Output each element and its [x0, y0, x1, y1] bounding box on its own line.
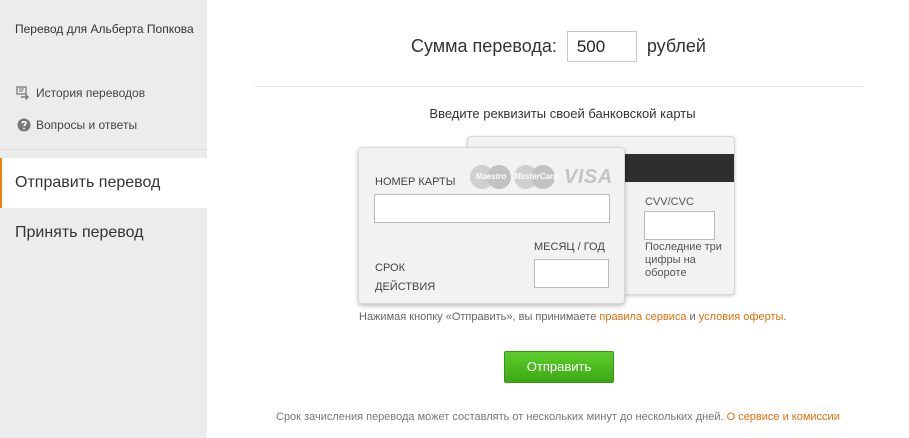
terms-text: Нажимая кнопку «Отправить», вы принимает…	[359, 311, 787, 323]
history-icon	[16, 85, 31, 100]
tab-receive-transfer[interactable]: Принять перевод	[0, 208, 207, 258]
card-number-input[interactable]	[374, 194, 610, 223]
history-link[interactable]: История переводов	[16, 85, 145, 100]
sidebar-title: Перевод для Альберта Попкова	[15, 22, 194, 36]
sidebar-divider	[0, 149, 207, 150]
sidebar: Перевод для Альберта Попкова История пер…	[0, 0, 207, 438]
cvv-input[interactable]	[644, 211, 715, 240]
divider	[255, 86, 863, 87]
card-front: НОМЕР КАРТЫ Maestro MasterCard VISA СРОК…	[358, 147, 625, 304]
card-number-label: НОМЕР КАРТЫ	[375, 176, 456, 188]
send-button[interactable]: Отправить	[504, 351, 614, 383]
expiry-label: СРОК ДЕЙСТВИЯ	[375, 262, 436, 293]
mastercard-logo: MasterCard	[514, 165, 558, 189]
service-commission-link[interactable]: О сервисе и комиссии	[727, 411, 840, 423]
maestro-logo: Maestro	[470, 165, 512, 189]
cvv-hint: Последние три цифры на обороте	[645, 241, 722, 279]
expiry-input[interactable]	[534, 259, 609, 288]
amount-input[interactable]	[566, 31, 637, 62]
visa-logo: VISA	[564, 165, 613, 188]
tab-send-transfer[interactable]: Отправить перевод	[0, 158, 207, 208]
month-year-label: МЕСЯЦ / ГОД	[534, 241, 605, 253]
service-rules-link[interactable]: правила сервиса	[599, 311, 686, 323]
cvv-label: CVV/CVC	[645, 196, 694, 208]
amount-label: Сумма перевода:	[411, 36, 557, 56]
history-label: История переводов	[36, 85, 146, 100]
currency-label: рублей	[646, 36, 706, 56]
footer-note: Срок зачисления перевода может составлят…	[276, 411, 840, 423]
card-details-hint: Введите реквизиты своей банковской карты	[429, 106, 696, 121]
amount-row: Сумма перевода: рублей	[411, 31, 706, 62]
payment-logos: Maestro MasterCard VISA	[470, 165, 613, 189]
offer-terms-link[interactable]: условия оферты	[699, 311, 784, 323]
